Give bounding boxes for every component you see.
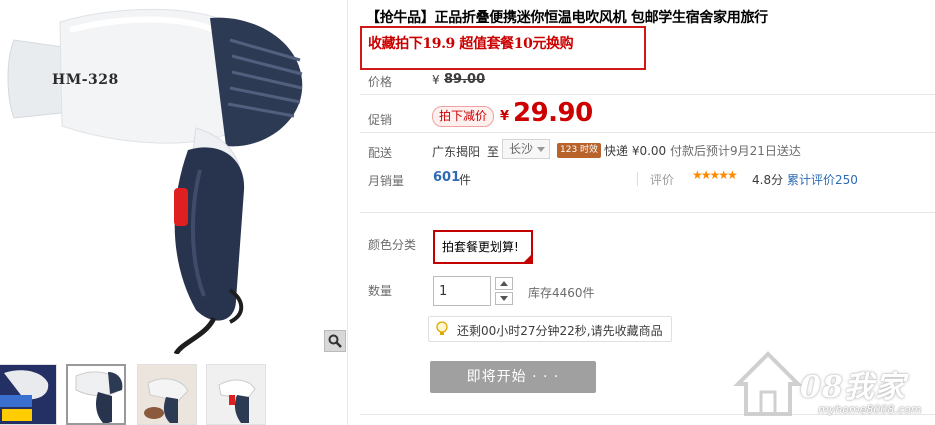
thumbnail-1[interactable] (0, 364, 57, 425)
thumbnail-image (0, 365, 56, 424)
chevron-down-icon (537, 147, 545, 152)
shipping-info: 快递 ¥0.00 付款后预计9月21日送达 (604, 142, 801, 159)
sales-count: 601 (433, 170, 461, 185)
product-title: 【抢牛品】正品折叠便携迷你恒温电吹风机 包邮学生宿舍家用旅行 (366, 10, 768, 26)
price-label: 价格 (368, 75, 393, 89)
countdown-box: 还剩00小时27分钟22秒,请先收藏商品 (428, 316, 672, 342)
countdown-text: 还剩00小时27分钟22秒,请先收藏商品 (457, 324, 663, 338)
lightbulb-icon (436, 321, 448, 335)
thumbnail-image (207, 365, 265, 424)
sales-label: 月销量 (368, 174, 405, 188)
watermark-url: myhome8008.com (818, 403, 922, 416)
zoom-button[interactable] (324, 330, 346, 352)
hair-dryer-image (7, 8, 303, 354)
ship-from: 广东揭阳 (432, 145, 481, 159)
thumbnail-image (75, 371, 123, 423)
rating-label: 评价 (650, 173, 675, 187)
promo-price-currency: ¥ (500, 109, 510, 124)
sales-unit: 件 (459, 173, 472, 187)
review-count-link[interactable]: 累计评价250 (787, 171, 858, 188)
sales-separator (637, 172, 638, 186)
price-divider (360, 94, 935, 95)
coming-soon-button[interactable]: 即将开始 · · · (430, 361, 596, 393)
promo-label: 促销 (368, 113, 393, 127)
city-select-value: 长沙 (509, 142, 534, 156)
original-price: 89.00 (444, 72, 486, 87)
promo-price: 29.90 (513, 98, 593, 128)
rating-score: 4.8分 (752, 173, 784, 187)
thumbnail-image (138, 365, 196, 424)
chevron-up-icon (500, 281, 508, 286)
rating-stars-icon: ★★★★★ (692, 168, 738, 182)
chevron-down-icon (500, 296, 508, 301)
main-product-image[interactable]: HM-328 (0, 0, 347, 354)
ship-to-word: 至 (487, 145, 500, 159)
promo-divider (360, 132, 935, 133)
city-select[interactable]: 长沙 (502, 139, 550, 159)
promo-banner-text: 收藏拍下19.9 超值套餐10元换购 (368, 36, 574, 52)
thumbnail-2[interactable] (66, 364, 126, 425)
stock-count: 库存4460件 (528, 286, 595, 300)
watermark-logo: 08我家 (800, 370, 906, 405)
quantity-input[interactable] (433, 276, 491, 306)
thumbnail-3[interactable] (137, 364, 197, 425)
check-mark-icon: ✓ (525, 245, 531, 253)
quantity-increase-button[interactable] (495, 277, 513, 290)
shipping-label: 配送 (368, 146, 393, 160)
sku-divider (360, 212, 935, 213)
sku-option-label: 拍套餐更划算! (442, 240, 519, 254)
gallery-divider (347, 0, 348, 425)
quantity-decrease-button[interactable] (495, 292, 513, 305)
shipping-eta: 付款后预计9月21日送达 (670, 144, 801, 158)
delivery-time-badge: 123 时效 (557, 143, 602, 158)
quantity-label: 数量 (368, 284, 393, 298)
original-price-currency: ¥ (432, 73, 440, 87)
model-text: HM-328 (52, 72, 119, 88)
color-category-label: 颜色分类 (368, 238, 417, 252)
shipping-courier: 快递 ¥0.00 (604, 144, 667, 158)
active-thumb-arrow (94, 364, 106, 366)
promo-tag: 拍下减价 (432, 106, 495, 127)
thumbnail-strip (0, 364, 347, 425)
promo-banner: 收藏拍下19.9 超值套餐10元换购 (360, 26, 646, 70)
magnifier-icon (328, 334, 342, 348)
thumbnail-4[interactable] (206, 364, 266, 425)
sku-option-button[interactable]: 拍套餐更划算! ✓ (433, 230, 533, 264)
